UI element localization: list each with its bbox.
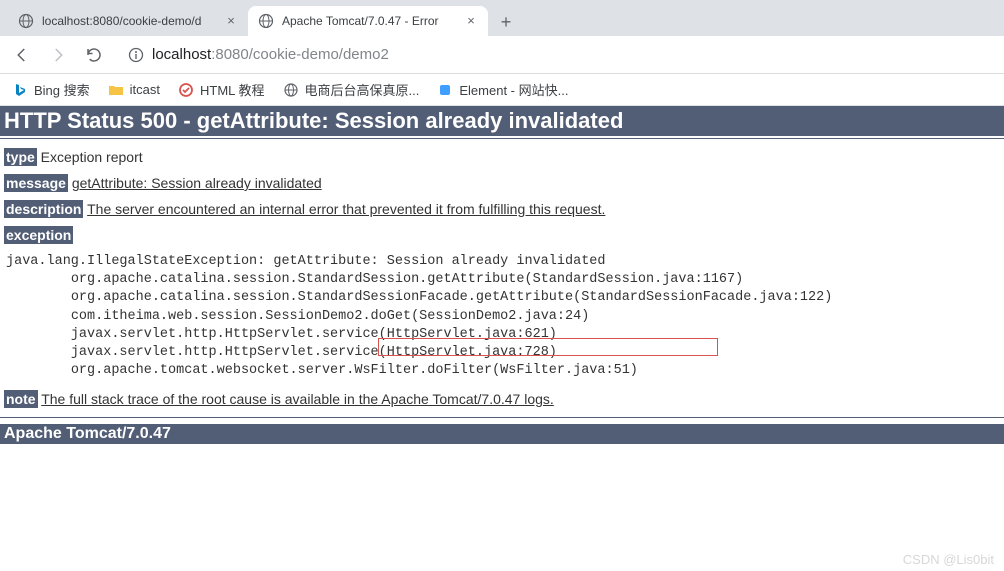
note-value: The full stack trace of the root cause i… xyxy=(41,391,554,407)
bookmark-label: 电商后台高保真原... xyxy=(305,80,420,99)
bookmark-html-tutorial[interactable]: HTML 教程 xyxy=(178,80,265,99)
bookmark-label: itcast xyxy=(130,82,160,97)
tab-title: localhost:8080/cookie-demo/d xyxy=(42,14,216,28)
note-row: note The full stack trace of the root ca… xyxy=(4,391,1000,407)
description-row: description The server encountered an in… xyxy=(4,201,1000,217)
divider xyxy=(0,138,1004,139)
globe-icon xyxy=(258,13,274,29)
bookmark-bing[interactable]: Bing 搜索 xyxy=(12,80,90,99)
description-value: The server encountered an internal error… xyxy=(87,201,605,217)
message-row: message getAttribute: Session already in… xyxy=(4,175,1000,191)
folder-icon xyxy=(108,82,124,98)
tab-title: Apache Tomcat/7.0.47 - Error xyxy=(282,14,456,28)
exception-label: exception xyxy=(4,226,73,244)
bookmark-label: Element - 网站快... xyxy=(459,80,568,99)
bookmarks-bar: Bing 搜索 itcast HTML 教程 电商后台高保真原... Eleme… xyxy=(0,74,1004,106)
url-text: localhost:8080/cookie-demo/demo2 xyxy=(152,46,389,63)
close-icon[interactable]: × xyxy=(464,14,478,28)
bing-icon xyxy=(12,82,28,98)
note-label: note xyxy=(4,390,38,408)
bookmark-element[interactable]: Element - 网站快... xyxy=(437,80,568,99)
browser-tab-0[interactable]: localhost:8080/cookie-demo/d × xyxy=(8,6,248,36)
site-info-icon[interactable] xyxy=(128,47,144,63)
back-button[interactable] xyxy=(8,41,36,69)
element-icon xyxy=(437,82,453,98)
type-row: type Exception report xyxy=(4,149,1000,165)
address-bar[interactable]: localhost:8080/cookie-demo/demo2 xyxy=(116,40,996,70)
runoob-icon xyxy=(178,82,194,98)
message-label: message xyxy=(4,174,68,192)
error-heading: HTTP Status 500 - getAttribute: Session … xyxy=(0,106,1004,136)
tomcat-footer: Apache Tomcat/7.0.47 xyxy=(0,424,1004,444)
close-icon[interactable]: × xyxy=(224,14,238,28)
tomcat-error-page: HTTP Status 500 - getAttribute: Session … xyxy=(0,106,1004,444)
message-value: getAttribute: Session already invalidate… xyxy=(72,175,322,191)
bookmark-ecommerce[interactable]: 电商后台高保真原... xyxy=(283,80,420,99)
description-label: description xyxy=(4,200,83,218)
new-tab-button[interactable]: + xyxy=(492,8,520,36)
browser-chrome: localhost:8080/cookie-demo/d × Apache To… xyxy=(0,0,1004,106)
exception-row: exception xyxy=(4,227,1000,243)
stacktrace: java.lang.IllegalStateException: getAttr… xyxy=(6,253,998,381)
bookmark-label: HTML 教程 xyxy=(200,80,265,99)
bookmark-itcast[interactable]: itcast xyxy=(108,82,160,98)
globe-icon xyxy=(18,13,34,29)
globe-icon xyxy=(283,82,299,98)
toolbar: localhost:8080/cookie-demo/demo2 xyxy=(0,36,1004,74)
watermark: CSDN @Lis0bit xyxy=(903,552,994,567)
forward-button[interactable] xyxy=(44,41,72,69)
type-value: Exception report xyxy=(37,149,143,165)
divider xyxy=(0,417,1004,418)
browser-tab-1[interactable]: Apache Tomcat/7.0.47 - Error × xyxy=(248,6,488,36)
type-label: type xyxy=(4,148,37,166)
reload-button[interactable] xyxy=(80,41,108,69)
tabstrip: localhost:8080/cookie-demo/d × Apache To… xyxy=(0,0,1004,36)
bookmark-label: Bing 搜索 xyxy=(34,80,90,99)
